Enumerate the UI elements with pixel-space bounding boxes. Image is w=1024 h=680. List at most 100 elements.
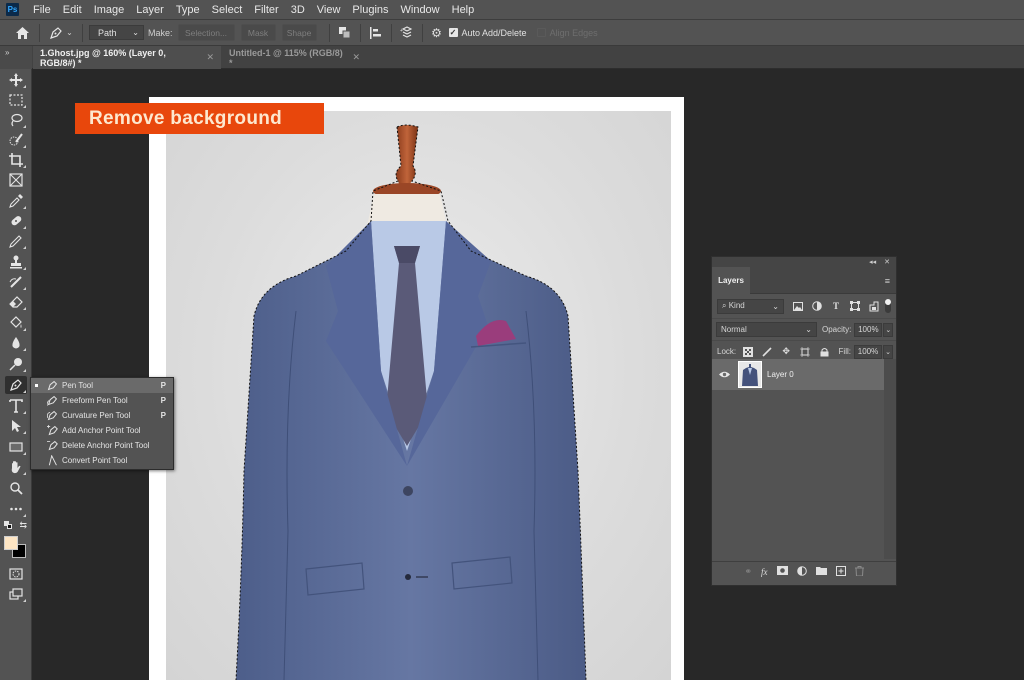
path-operations-icon[interactable]	[336, 26, 354, 39]
type-tool[interactable]	[5, 397, 27, 415]
pen-tool[interactable]	[5, 376, 27, 394]
tab-untitled-1[interactable]: Untitled-1 @ 115% (RGB/8) * ✕	[222, 46, 367, 69]
eyedropper-tool[interactable]	[5, 192, 27, 210]
frame-tool[interactable]	[5, 171, 27, 189]
opacity-dropdown-icon[interactable]: ⌄	[883, 322, 894, 337]
lock-image-pixels-icon[interactable]	[761, 346, 773, 358]
paint-bucket-tool[interactable]	[5, 314, 27, 332]
new-group-folder-icon[interactable]	[815, 566, 827, 577]
layer-name[interactable]: Layer 0	[767, 370, 794, 379]
smart-object-filter-icon[interactable]	[868, 300, 880, 312]
flyout-item-curvature-pen-tool[interactable]: Curvature Pen Tool P	[31, 408, 173, 423]
align-edges-label: Align Edges	[549, 27, 598, 38]
lock-transparent-pixels-icon[interactable]	[742, 346, 754, 358]
opacity-input[interactable]: 100%	[854, 322, 883, 337]
history-brush-tool[interactable]	[5, 273, 27, 291]
menu-view[interactable]: View	[311, 4, 347, 16]
brush-tool[interactable]	[5, 232, 27, 250]
flyout-item-pen-tool[interactable]: Pen Tool P	[31, 378, 173, 393]
close-panel-icon[interactable]: ✕	[884, 258, 890, 266]
path-selection-tool[interactable]	[5, 417, 27, 435]
pixel-layer-filter-icon[interactable]	[792, 300, 804, 312]
menu-image[interactable]: Image	[88, 4, 131, 16]
screen-mode-button[interactable]	[5, 585, 27, 603]
quick-selection-tool[interactable]	[5, 131, 27, 149]
shape-layer-filter-icon[interactable]	[849, 300, 861, 312]
flyout-item-convert-point-tool[interactable]: Convert Point Tool	[31, 453, 173, 468]
menu-3d[interactable]: 3D	[285, 4, 311, 16]
blur-tool[interactable]	[5, 334, 27, 352]
menu-file[interactable]: File	[27, 4, 57, 16]
visibility-eye-icon[interactable]	[712, 371, 736, 378]
rectangle-tool[interactable]	[5, 438, 27, 456]
filter-toggle-switch[interactable]	[885, 299, 891, 313]
default-colors-icon[interactable]	[4, 521, 12, 529]
marquee-tool[interactable]	[5, 91, 27, 109]
menu-layer[interactable]: Layer	[130, 4, 170, 16]
lasso-tool[interactable]	[5, 111, 27, 129]
pen-tool-preset-picker[interactable]: ⌄	[46, 26, 76, 40]
quick-mask-button[interactable]	[5, 565, 27, 583]
close-icon[interactable]: ✕	[352, 52, 360, 63]
menu-filter[interactable]: Filter	[248, 4, 284, 16]
layer-row[interactable]: Layer 0	[712, 359, 885, 390]
pen-icon	[45, 380, 59, 391]
menu-edit[interactable]: Edit	[57, 4, 88, 16]
path-alignment-icon[interactable]	[367, 26, 385, 39]
type-layer-filter-icon[interactable]: T	[830, 300, 842, 312]
align-edges-checkbox[interactable]	[536, 28, 546, 37]
clone-stamp-tool[interactable]	[5, 253, 27, 271]
lock-artboard-icon[interactable]	[799, 346, 811, 358]
new-layer-icon[interactable]	[835, 565, 846, 578]
menu-plugins[interactable]: Plugins	[346, 4, 394, 16]
panel-menu-icon[interactable]: ≡	[885, 276, 890, 286]
toolbar-collapse-button[interactable]: »	[0, 46, 32, 69]
lock-position-icon[interactable]: ✥	[780, 346, 792, 358]
tool-mode-select[interactable]: Path ⌄	[89, 25, 144, 40]
link-layers-icon[interactable]: ⚭	[744, 566, 752, 577]
fill-input[interactable]: 100%	[854, 344, 882, 359]
close-icon[interactable]: ✕	[206, 52, 214, 63]
swap-colors-icon[interactable]: ⇆	[19, 520, 27, 531]
tab-ghost-jpg[interactable]: 1.Ghost.jpg @ 160% (Layer 0, RGB/8#) * ✕	[33, 46, 221, 69]
menu-select[interactable]: Select	[206, 4, 249, 16]
jacket-button	[403, 486, 413, 496]
make-mask-button[interactable]: Mask	[240, 24, 276, 41]
trash-icon[interactable]	[854, 565, 864, 578]
foreground-color-swatch[interactable]	[4, 536, 18, 550]
zoom-tool[interactable]	[5, 479, 27, 497]
make-selection-button[interactable]: Selection...	[177, 24, 235, 41]
home-icon[interactable]	[11, 26, 33, 39]
crop-tool[interactable]	[5, 151, 27, 169]
make-shape-button[interactable]: Shape	[281, 24, 317, 41]
menu-help[interactable]: Help	[446, 4, 481, 16]
healing-brush-tool[interactable]	[5, 212, 27, 230]
adjustment-layer-filter-icon[interactable]	[811, 300, 823, 312]
menu-window[interactable]: Window	[395, 4, 446, 16]
flyout-item-freeform-pen-tool[interactable]: Freeform Pen Tool P	[31, 393, 173, 408]
edit-toolbar-button[interactable]	[5, 500, 27, 518]
add-mask-icon[interactable]	[776, 566, 788, 577]
suit-photo[interactable]	[166, 111, 671, 680]
path-arrangement-icon[interactable]: +	[398, 26, 416, 39]
fill-dropdown-icon[interactable]: ⌄	[883, 344, 893, 359]
new-adjustment-layer-icon[interactable]	[796, 565, 807, 578]
lock-all-icon[interactable]	[818, 346, 830, 358]
layers-scrollbar[interactable]	[884, 359, 896, 559]
filter-kind-select[interactable]: ⌕ Kind ⌄	[717, 298, 784, 314]
flyout-item-add-anchor-point-tool[interactable]: Add Anchor Point Tool	[31, 423, 173, 438]
eraser-tool[interactable]	[5, 293, 27, 311]
tab-layers[interactable]: Layers	[712, 267, 750, 294]
collapse-panel-icon[interactable]: ◂◂	[869, 258, 876, 266]
move-tool[interactable]	[5, 71, 27, 89]
gear-icon[interactable]: ⚙	[429, 26, 445, 40]
dodge-tool[interactable]	[5, 355, 27, 373]
hand-icon	[11, 461, 21, 474]
fx-icon[interactable]: fx	[761, 567, 768, 577]
auto-add-delete-checkbox[interactable]: ✓	[448, 28, 458, 37]
blend-mode-select[interactable]: Normal ⌄	[716, 322, 817, 337]
menu-type[interactable]: Type	[170, 4, 206, 16]
crop-icon	[9, 153, 23, 167]
flyout-item-delete-anchor-point-tool[interactable]: Delete Anchor Point Tool	[31, 438, 173, 453]
hand-tool[interactable]	[5, 458, 27, 476]
